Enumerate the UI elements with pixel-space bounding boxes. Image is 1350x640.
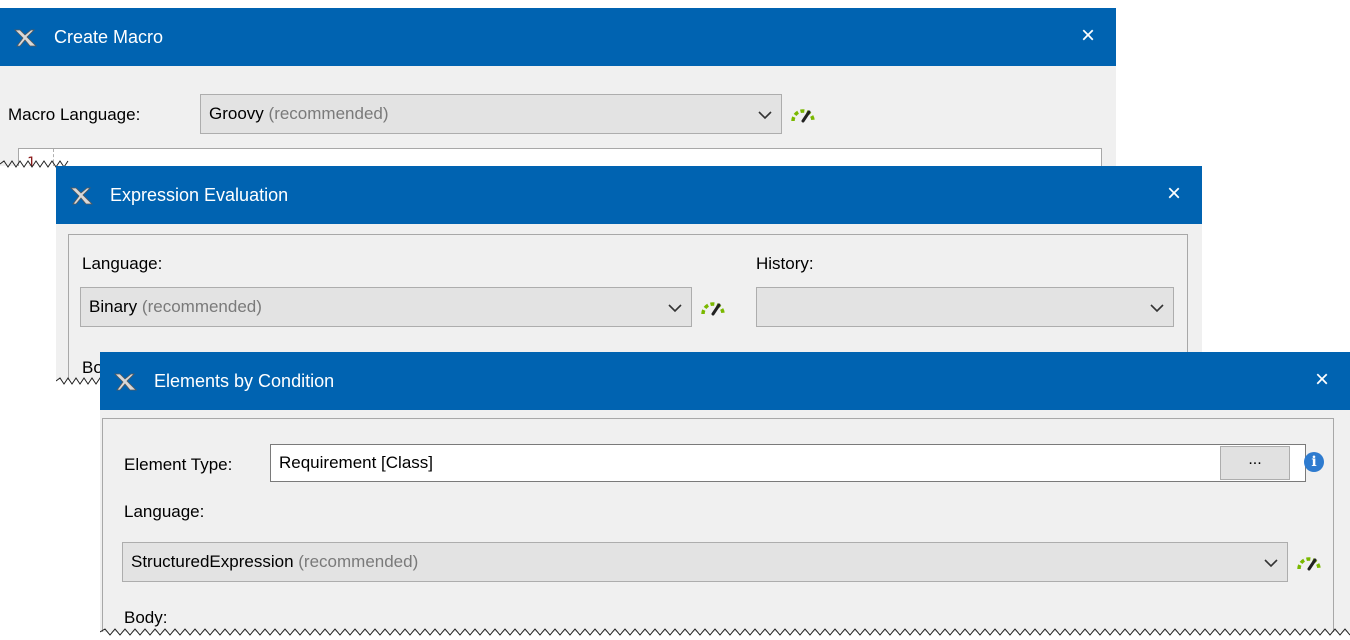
body-label: Body:: [124, 608, 168, 627]
language-hint: (recommended): [141, 297, 262, 316]
elements-by-condition-dialog: Elements by Condition × Element Type: Re…: [100, 352, 1350, 632]
create-macro-title: Create Macro: [54, 27, 164, 47]
app-logo-icon: [14, 28, 38, 48]
close-icon[interactable]: ×: [1160, 180, 1188, 208]
chevron-down-icon: [757, 107, 773, 123]
language-label: Language:: [82, 254, 163, 273]
language-label: Language:: [124, 502, 205, 521]
torn-edge: [56, 377, 105, 385]
info-icon[interactable]: i: [1304, 452, 1324, 472]
expression-evaluation-titlebar: Expression Evaluation ×: [56, 166, 1202, 224]
app-logo-icon: [70, 186, 94, 206]
browse-element-type-button[interactable]: ...: [1220, 446, 1290, 480]
chevron-down-icon: [1263, 555, 1279, 571]
language-select[interactable]: StructuredExpression (recommended): [122, 542, 1288, 582]
element-type-field[interactable]: Requirement [Class]: [270, 444, 1306, 482]
macro-language-value: Groovy: [209, 104, 264, 123]
torn-edge: [100, 628, 1350, 636]
script-gauge-icon[interactable]: [1296, 551, 1322, 573]
chevron-down-icon: [667, 300, 683, 316]
expression-evaluation-title: Expression Evaluation: [110, 185, 289, 205]
macro-language-hint: (recommended): [268, 104, 389, 123]
close-icon[interactable]: ×: [1074, 22, 1102, 50]
script-gauge-icon[interactable]: [700, 296, 726, 318]
language-value: Binary: [89, 297, 138, 316]
create-macro-titlebar: Create Macro ×: [0, 8, 1116, 66]
history-select[interactable]: [756, 287, 1174, 327]
script-gauge-icon[interactable]: [790, 103, 816, 125]
language-value: StructuredExpression: [131, 552, 294, 571]
create-macro-dialog: Create Macro × Macro Language: Groovy (r…: [0, 8, 1116, 166]
macro-code-editor[interactable]: 1: [18, 148, 1102, 166]
language-select[interactable]: Binary (recommended): [80, 287, 692, 327]
element-type-value: Requirement [Class]: [279, 453, 434, 472]
macro-language-label: Macro Language:: [8, 105, 141, 124]
app-logo-icon: [114, 372, 138, 392]
elements-by-condition-titlebar: Elements by Condition ×: [100, 352, 1350, 410]
element-type-label: Element Type:: [124, 455, 233, 474]
chevron-down-icon: [1149, 300, 1165, 316]
language-hint: (recommended): [298, 552, 419, 571]
macro-language-select[interactable]: Groovy (recommended): [200, 94, 782, 134]
close-icon[interactable]: ×: [1308, 366, 1336, 394]
expression-evaluation-dialog: Expression Evaluation × Language: Binary…: [56, 166, 1202, 380]
history-label: History:: [756, 254, 814, 273]
elements-by-condition-title: Elements by Condition: [154, 371, 335, 391]
